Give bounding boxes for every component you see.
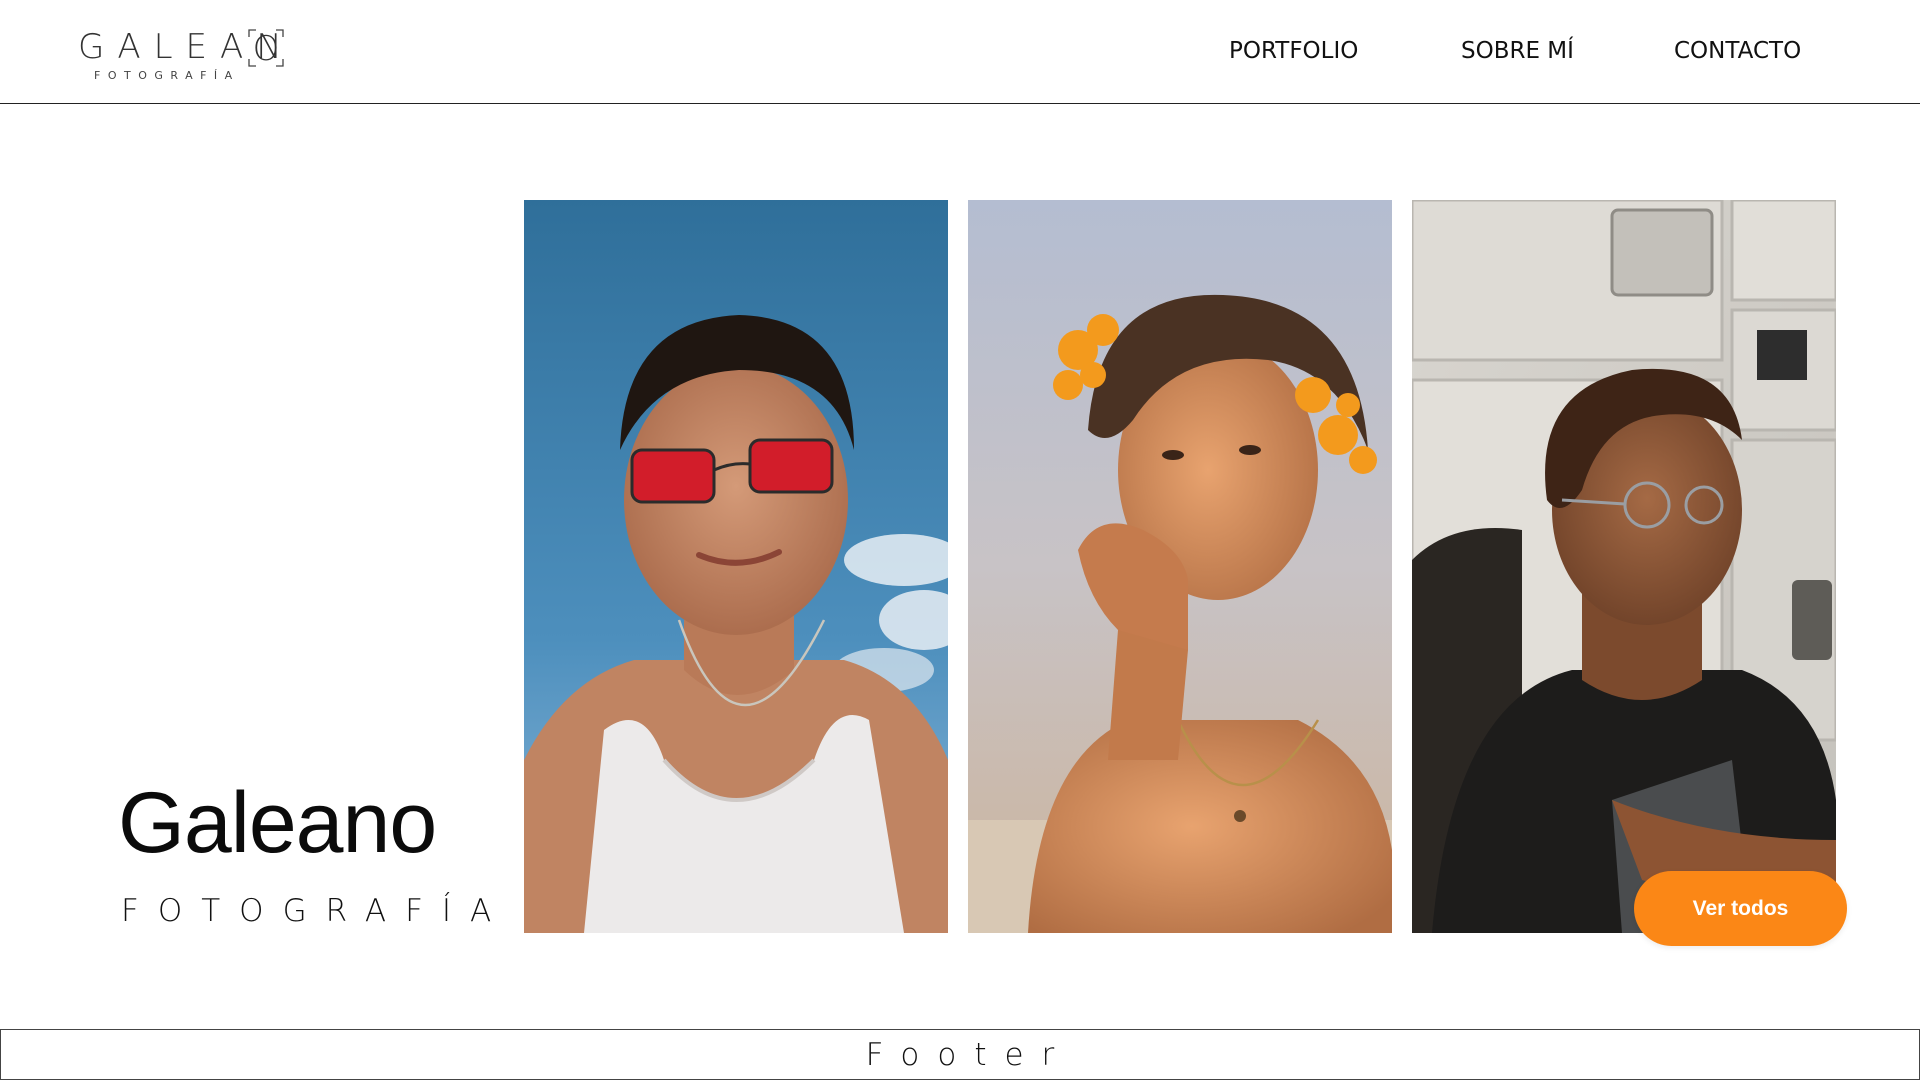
photo-sunglasses-image <box>524 200 948 933</box>
site-header: GALEAN O FOTOGRAFÍA PORTFOLIO SOBRE MÍ C… <box>0 0 1920 104</box>
photo-flowers-image <box>968 200 1392 933</box>
nav-about[interactable]: SOBRE MÍ <box>1461 38 1574 70</box>
view-all-button[interactable]: Ver todos <box>1634 871 1847 946</box>
logo-subtitle: FOTOGRAFÍA <box>94 69 240 82</box>
gallery-photo-flowers[interactable] <box>968 200 1392 933</box>
site-logo[interactable]: GALEAN O FOTOGRAFÍA <box>78 26 298 84</box>
nav-contact[interactable]: CONTACTO <box>1674 38 1801 70</box>
hero-title: Galeano <box>118 775 437 871</box>
gallery-photo-laundry[interactable] <box>1412 200 1836 933</box>
hero-subtitle: FOTOGRAFÍA <box>121 893 511 929</box>
logo-bracket-letter: O <box>253 29 280 67</box>
photo-laundry-image <box>1412 200 1836 933</box>
footer-label: Footer <box>865 1036 1073 1073</box>
logo-bracket-icon: O <box>248 29 284 67</box>
gallery-photo-sunglasses[interactable] <box>524 200 948 933</box>
site-footer: Footer <box>0 1029 1920 1080</box>
nav-portfolio[interactable]: PORTFOLIO <box>1229 38 1358 70</box>
